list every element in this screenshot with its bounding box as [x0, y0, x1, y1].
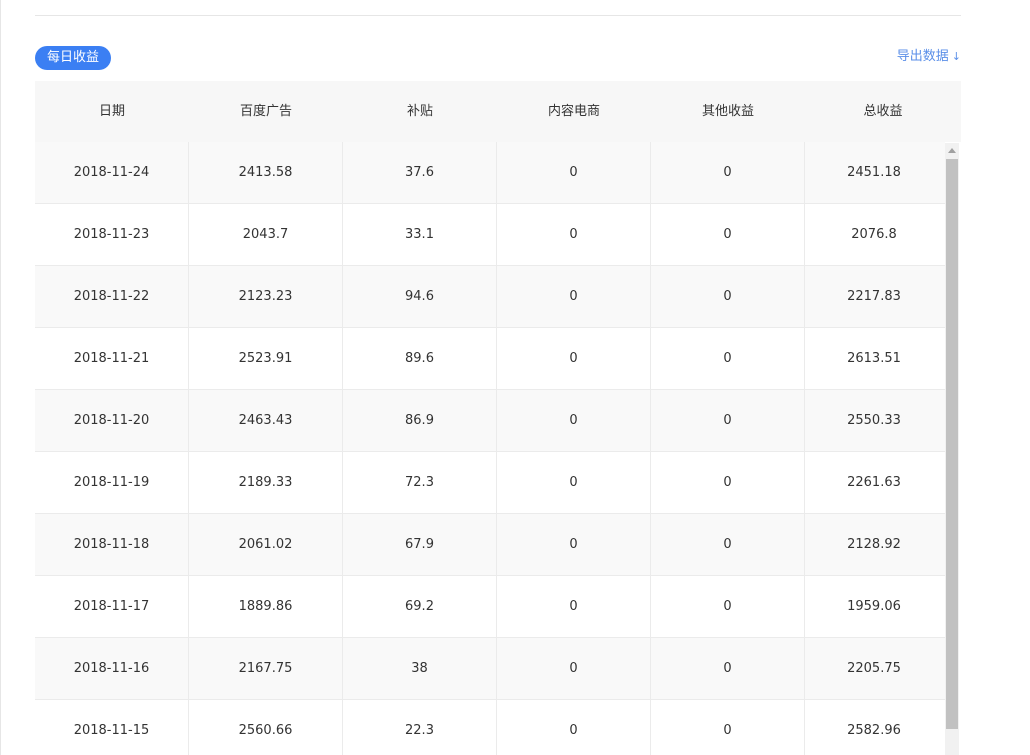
- cell-other-income: 0: [651, 390, 805, 451]
- table-row: 2018-11-20 2463.43 86.9 0 0 2550.33: [35, 390, 945, 452]
- table-row: 2018-11-17 1889.86 69.2 0 0 1959.06: [35, 576, 945, 638]
- cell-content-ecommerce: 0: [497, 266, 651, 327]
- cell-baidu-ads: 2061.02: [189, 514, 343, 575]
- cell-content-ecommerce: 0: [497, 576, 651, 637]
- cell-date: 2018-11-21: [35, 328, 189, 389]
- cell-date: 2018-11-23: [35, 204, 189, 265]
- table-row: 2018-11-16 2167.75 38 0 0 2205.75: [35, 638, 945, 700]
- cell-baidu-ads: 2560.66: [189, 700, 343, 755]
- cell-content-ecommerce: 0: [497, 514, 651, 575]
- cell-baidu-ads: 2167.75: [189, 638, 343, 699]
- table-row: 2018-11-15 2560.66 22.3 0 0 2582.96: [35, 700, 945, 755]
- cell-subsidy: 67.9: [343, 514, 497, 575]
- cell-baidu-ads: 2463.43: [189, 390, 343, 451]
- cell-other-income: 0: [651, 328, 805, 389]
- cell-baidu-ads: 1889.86: [189, 576, 343, 637]
- cell-baidu-ads: 2189.33: [189, 452, 343, 513]
- cell-total-income: 2076.8: [851, 227, 897, 242]
- column-header-content-ecommerce: 内容电商: [547, 104, 600, 119]
- cell-content-ecommerce: 0: [497, 142, 651, 203]
- cell-subsidy: 89.6: [343, 328, 497, 389]
- cell-subsidy: 37.6: [343, 142, 497, 203]
- cell-subsidy: 86.9: [343, 390, 497, 451]
- cell-subsidy: 38: [343, 638, 497, 699]
- cell-subsidy: 69.2: [343, 576, 497, 637]
- table-row: 2018-11-21 2523.91 89.6 0 0 2613.51: [35, 328, 945, 390]
- export-data-label: 导出数据: [896, 49, 949, 64]
- left-border: [0, 0, 1, 755]
- cell-total-income: 2451.18: [847, 165, 901, 180]
- export-data-link[interactable]: 导出数据 ↓: [897, 47, 961, 67]
- cell-subsidy: 94.6: [343, 266, 497, 327]
- cell-total-income: 2613.51: [847, 351, 901, 366]
- table-row: 2018-11-24 2413.58 37.6 0 0 2451.18: [35, 142, 945, 204]
- cell-baidu-ads: 2123.23: [189, 266, 343, 327]
- cell-total-income: 2582.96: [847, 723, 901, 738]
- cell-subsidy: 72.3: [343, 452, 497, 513]
- cell-content-ecommerce: 0: [497, 328, 651, 389]
- table-row: 2018-11-19 2189.33 72.3 0 0 2261.63: [35, 452, 945, 514]
- cell-other-income: 0: [651, 514, 805, 575]
- cell-content-ecommerce: 0: [497, 638, 651, 699]
- table-row: 2018-11-23 2043.7 33.1 0 0 2076.8: [35, 204, 945, 266]
- cell-date: 2018-11-22: [35, 266, 189, 327]
- column-header-date: 日期: [98, 104, 125, 119]
- earnings-table: 日期 百度广告 补贴 内容电商 其他收益 总收益 2018-11-24 2413…: [35, 81, 961, 755]
- cell-other-income: 0: [651, 452, 805, 513]
- cell-other-income: 0: [651, 266, 805, 327]
- cell-total-income: 2261.63: [847, 475, 901, 490]
- cell-baidu-ads: 2043.7: [189, 204, 343, 265]
- table-header: 日期 百度广告 补贴 内容电商 其他收益 总收益: [35, 81, 961, 142]
- cell-subsidy: 33.1: [343, 204, 497, 265]
- cell-other-income: 0: [651, 638, 805, 699]
- cell-baidu-ads: 2413.58: [189, 142, 343, 203]
- cell-date: 2018-11-19: [35, 452, 189, 513]
- scrollbar-thumb[interactable]: [946, 159, 958, 729]
- cell-date: 2018-11-20: [35, 390, 189, 451]
- column-header-baidu-ads: 百度广告: [239, 104, 292, 119]
- cell-subsidy: 22.3: [343, 700, 497, 755]
- section-title-badge: 每日收益: [35, 46, 112, 70]
- cell-content-ecommerce: 0: [497, 204, 651, 265]
- table-row: 2018-11-22 2123.23 94.6 0 0 2217.83: [35, 266, 945, 328]
- cell-other-income: 0: [651, 142, 805, 203]
- scroll-up-arrow-icon[interactable]: [948, 148, 956, 153]
- cell-total-income: 2205.75: [847, 661, 901, 676]
- cell-total-income: 1959.06: [847, 599, 901, 614]
- download-arrow-icon: ↓: [951, 50, 961, 63]
- cell-baidu-ads: 2523.91: [189, 328, 343, 389]
- cell-total-income: 2550.33: [847, 413, 901, 428]
- column-header-subsidy: 补贴: [406, 104, 433, 119]
- cell-content-ecommerce: 0: [497, 700, 651, 755]
- table-row: 2018-11-18 2061.02 67.9 0 0 2128.92: [35, 514, 945, 576]
- daily-earnings-page: 每日收益 导出数据 ↓ 日期 百度广告 补贴 内容电商 其他收益 总收益 2018…: [0, 0, 1030, 755]
- cell-date: 2018-11-15: [35, 700, 189, 755]
- cell-content-ecommerce: 0: [497, 390, 651, 451]
- cell-date: 2018-11-17: [35, 576, 189, 637]
- cell-total-income: 2128.92: [847, 537, 901, 552]
- cell-other-income: 0: [651, 576, 805, 637]
- cell-date: 2018-11-16: [35, 638, 189, 699]
- column-header-total-income: 总收益: [863, 104, 903, 119]
- cell-other-income: 0: [651, 204, 805, 265]
- cell-other-income: 0: [651, 700, 805, 755]
- table-scrollbar[interactable]: [945, 143, 959, 755]
- cell-date: 2018-11-18: [35, 514, 189, 575]
- top-divider: [35, 15, 961, 16]
- cell-date: 2018-11-24: [35, 142, 189, 203]
- cell-content-ecommerce: 0: [497, 452, 651, 513]
- column-header-other-income: 其他收益: [701, 104, 754, 119]
- cell-total-income: 2217.83: [847, 289, 901, 304]
- table-body: 2018-11-24 2413.58 37.6 0 0 2451.18 2018…: [35, 142, 945, 755]
